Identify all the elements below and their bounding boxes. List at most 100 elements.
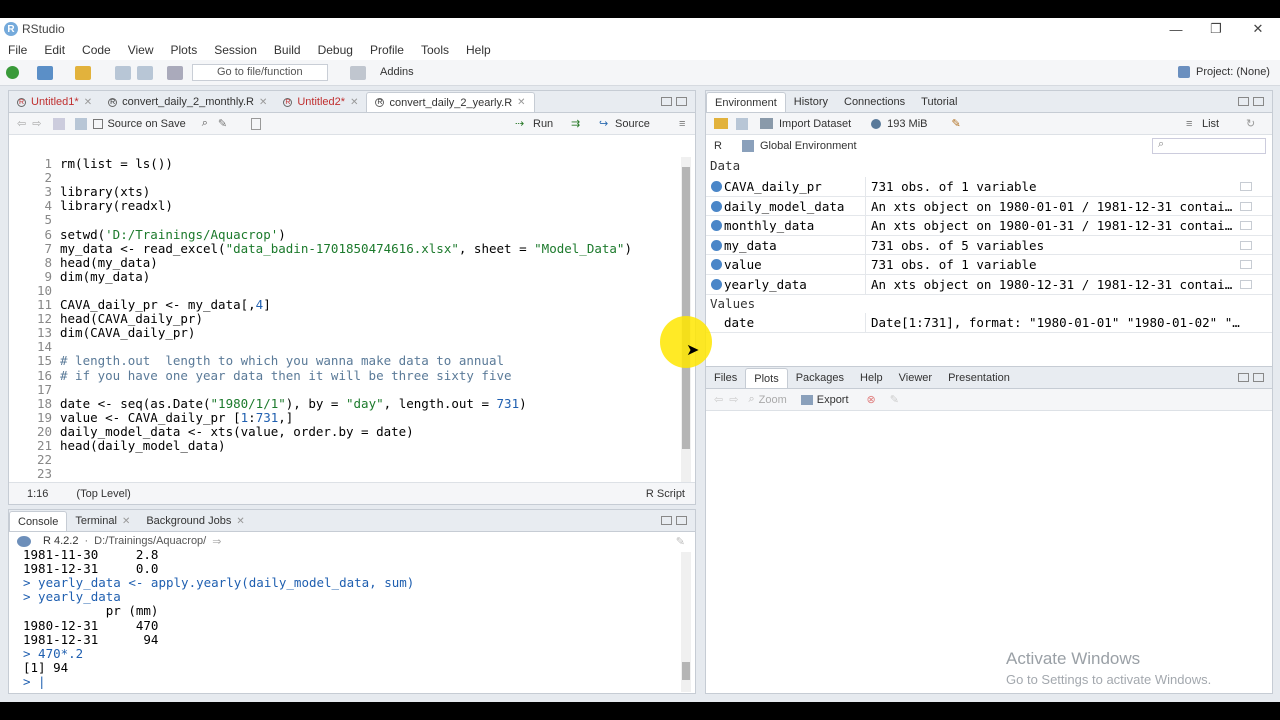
tab-terminal[interactable]: Terminal ✕ bbox=[67, 511, 138, 531]
environment-row[interactable]: yearly_data An xts object on 1980-12-31 /… bbox=[706, 275, 1272, 295]
code-line[interactable]: 19 value <- CAVA_daily_pr [1:731,] bbox=[9, 410, 659, 425]
menu-view[interactable]: View bbox=[128, 43, 154, 57]
tab-untitled2[interactable]: R Untitled2* ✕ bbox=[275, 92, 366, 112]
scope-selector[interactable]: (Top Level) bbox=[76, 488, 130, 500]
minimize-button[interactable]: — bbox=[1154, 18, 1198, 40]
tab-packages[interactable]: Packages bbox=[788, 368, 852, 388]
source-on-save-checkbox[interactable] bbox=[93, 118, 104, 129]
code-line[interactable]: 7 my_data <- read_excel("data_badin-17018… bbox=[9, 241, 659, 256]
new-file-icon[interactable] bbox=[6, 66, 19, 79]
code-line[interactable]: 18 date <- seq(as.Date("1980/1/1"), by = … bbox=[9, 396, 659, 411]
code-line[interactable]: 16 # if you have one year data then it wi… bbox=[9, 368, 659, 383]
run-button[interactable]: Run bbox=[533, 118, 553, 130]
expand-object-icon[interactable] bbox=[711, 239, 722, 251]
tab-untitled1[interactable]: R Untitled1* ✕ bbox=[9, 92, 100, 112]
forward-arrow-icon[interactable]: ⇨ bbox=[32, 117, 41, 130]
save-workspace-icon[interactable] bbox=[736, 117, 748, 130]
addins-menu[interactable]: Addins bbox=[380, 66, 414, 78]
view-mode-selector[interactable]: List bbox=[1202, 118, 1219, 130]
environment-row[interactable]: my_data 731 obs. of 5 variables bbox=[706, 235, 1272, 256]
view-data-icon[interactable] bbox=[1240, 221, 1252, 231]
expand-object-icon[interactable] bbox=[711, 279, 722, 290]
view-data-icon[interactable] bbox=[1240, 240, 1252, 250]
view-data-icon[interactable] bbox=[1240, 280, 1252, 289]
tab-plots[interactable]: Plots bbox=[745, 368, 788, 388]
environment-row[interactable]: monthly_data An xts object on 1980-01-31 … bbox=[706, 216, 1272, 236]
close-window-button[interactable]: ✕ bbox=[1236, 18, 1280, 40]
code-line[interactable]: 5 bbox=[9, 213, 659, 227]
view-data-icon[interactable] bbox=[1240, 260, 1252, 270]
tab-console[interactable]: Console bbox=[9, 511, 68, 531]
tab-convert-yearly[interactable]: Rconvert_daily_2_yearly.R ✕ bbox=[366, 92, 535, 112]
code-line[interactable]: 2 bbox=[9, 171, 659, 185]
close-tab-icon[interactable]: ✕ bbox=[84, 97, 92, 108]
close-tab-icon[interactable]: ✕ bbox=[236, 516, 244, 527]
environment-search-input[interactable] bbox=[1152, 138, 1266, 154]
environment-row[interactable]: value 731 obs. of 1 variable bbox=[706, 255, 1272, 275]
console-output[interactable]: 1981-11-30 2.8 1981-12-31 0.0 > yearly_dat… bbox=[9, 548, 679, 693]
import-dataset-button[interactable]: Import Dataset bbox=[779, 118, 851, 130]
tab-help[interactable]: Help bbox=[852, 368, 891, 388]
plots-pane-controls[interactable] bbox=[1238, 373, 1264, 382]
grid-layout-icon[interactable] bbox=[350, 66, 366, 80]
expand-object-icon[interactable] bbox=[711, 220, 722, 232]
menu-edit[interactable]: Edit bbox=[44, 43, 65, 57]
menu-help[interactable]: Help bbox=[466, 43, 491, 57]
code-line[interactable]: 17 bbox=[9, 382, 659, 397]
restore-button[interactable]: ❐ bbox=[1194, 18, 1238, 40]
code-line[interactable]: 22 bbox=[9, 453, 659, 467]
go-to-directory-icon[interactable]: ⇒ bbox=[212, 535, 221, 548]
refresh-icon[interactable]: ↻ bbox=[1246, 117, 1255, 130]
menu-session[interactable]: Session bbox=[214, 43, 257, 57]
tab-files[interactable]: Files bbox=[706, 368, 745, 388]
language-selector[interactable]: R bbox=[714, 140, 722, 152]
close-tab-icon[interactable]: ✕ bbox=[122, 516, 130, 527]
code-line[interactable]: 23 bbox=[9, 467, 659, 481]
tab-presentation[interactable]: Presentation bbox=[940, 368, 1018, 388]
tab-history[interactable]: History bbox=[786, 92, 836, 112]
code-line[interactable]: 13 dim(CAVA_daily_pr) bbox=[9, 326, 659, 340]
code-area[interactable]: 1 rm(list = ls()) 2 3 library(xts) 4 library(r… bbox=[9, 150, 663, 499]
code-line[interactable]: 20 daily_model_data <- xts(value, order.b… bbox=[9, 424, 659, 439]
code-tools-icon[interactable]: ✎ bbox=[218, 117, 227, 130]
editor-pane-controls[interactable] bbox=[661, 97, 687, 106]
code-line[interactable]: 8 head(my_data) bbox=[9, 255, 659, 270]
code-line[interactable]: 1 rm(list = ls()) bbox=[9, 157, 659, 171]
close-tab-icon[interactable]: ✕ bbox=[517, 97, 525, 108]
close-tab-icon[interactable]: ✕ bbox=[259, 97, 267, 108]
memory-usage[interactable]: 193 MiB bbox=[887, 118, 927, 130]
expand-object-icon[interactable] bbox=[711, 200, 722, 212]
file-type-selector[interactable]: R Script bbox=[646, 488, 685, 500]
menu-plots[interactable]: Plots bbox=[171, 43, 198, 57]
menu-file[interactable]: File bbox=[8, 43, 27, 57]
code-line[interactable]: 11 CAVA_daily_pr <- my_data[,4] bbox=[9, 298, 659, 312]
goto-file-input[interactable]: Go to file/function bbox=[192, 64, 328, 81]
rerun-icon[interactable]: ⇉ bbox=[571, 117, 580, 130]
menu-profile[interactable]: Profile bbox=[370, 43, 404, 57]
close-tab-icon[interactable]: ✕ bbox=[350, 97, 358, 108]
next-plot-icon[interactable]: ⇨ bbox=[729, 393, 738, 406]
remove-plot-icon[interactable]: ⊗ bbox=[867, 393, 876, 406]
code-line[interactable]: 4 library(readxl) bbox=[9, 199, 659, 213]
clear-workspace-icon[interactable]: ✎ bbox=[952, 117, 961, 130]
view-data-icon[interactable] bbox=[1240, 201, 1252, 211]
tab-tutorial[interactable]: Tutorial bbox=[913, 92, 965, 112]
console-scroll-thumb[interactable] bbox=[682, 662, 690, 680]
code-line[interactable]: 3 library(xts) bbox=[9, 185, 659, 199]
save-file-icon[interactable] bbox=[75, 117, 88, 130]
menu-debug[interactable]: Debug bbox=[318, 43, 353, 57]
scope-dropdown[interactable]: Global Environment bbox=[760, 140, 857, 152]
code-line[interactable]: 6 setwd('D:/Trainings/Aquacrop') bbox=[9, 227, 659, 242]
previous-plot-icon[interactable]: ⇦ bbox=[714, 393, 723, 406]
open-file-icon[interactable] bbox=[75, 65, 91, 80]
code-line[interactable]: 15 # length.out length to which you wanna… bbox=[9, 354, 659, 368]
tab-viewer[interactable]: Viewer bbox=[891, 368, 940, 388]
expand-object-icon[interactable] bbox=[711, 259, 722, 271]
back-arrow-icon[interactable]: ⇦ bbox=[17, 117, 26, 130]
save-all-icon[interactable] bbox=[137, 65, 153, 80]
environment-pane-controls[interactable] bbox=[1238, 97, 1264, 106]
tab-background-jobs[interactable]: Background Jobs ✕ bbox=[138, 511, 252, 531]
menu-tools[interactable]: Tools bbox=[421, 43, 449, 57]
code-line[interactable]: 21 head(daily_model_data) bbox=[9, 439, 659, 453]
export-button[interactable]: Export bbox=[817, 394, 849, 406]
